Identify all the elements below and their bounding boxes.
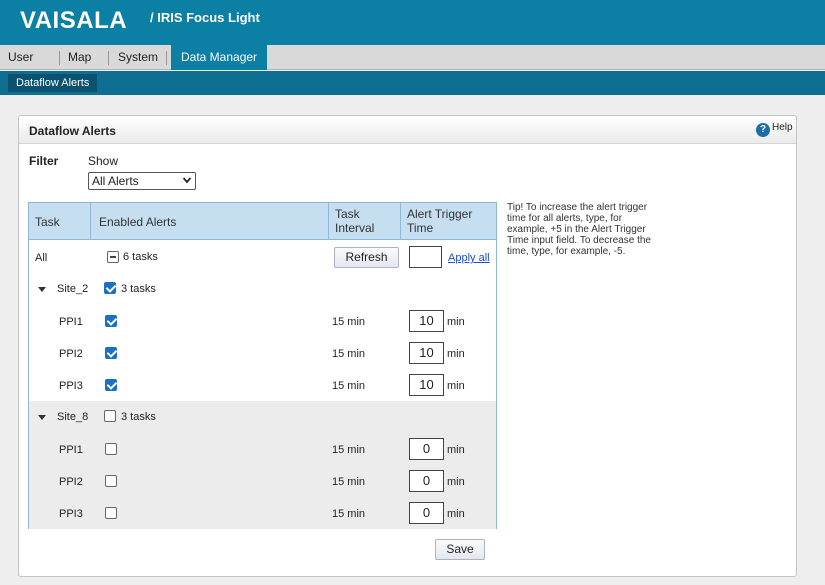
task-name: PPI2 <box>59 348 83 360</box>
show-filter-select[interactable]: All Alerts <box>88 172 196 190</box>
table-row: PPI3 15 min 10 min <box>29 369 496 401</box>
group-row-site-8: Site_8 3 tasks <box>29 401 496 433</box>
table-row: PPI3 15 min 0 min <box>29 497 496 529</box>
group-row-site-2: Site_2 3 tasks <box>29 273 496 305</box>
panel-title: Dataflow Alerts <box>29 124 116 138</box>
group-checkbox-site-8[interactable] <box>104 410 116 422</box>
table-row: PPI2 15 min 0 min <box>29 465 496 497</box>
trigger-time-input[interactable]: 0 <box>409 502 444 524</box>
trigger-time-input[interactable]: 10 <box>409 310 444 332</box>
chevron-down-icon <box>183 177 191 184</box>
vaisala-logo: VAISALA <box>20 7 128 34</box>
dataflow-alerts-panel: Dataflow Alerts ? Help Filter Show All A… <box>18 115 797 577</box>
all-label: All <box>35 252 48 264</box>
trigger-time-input[interactable]: 10 <box>409 374 444 396</box>
task-interval: 15 min <box>332 348 366 360</box>
column-header-task-interval: Task Interval <box>329 203 401 240</box>
task-interval: 15 min <box>332 508 366 520</box>
trigger-unit: min <box>447 476 465 488</box>
sub-item-dataflow-alerts[interactable]: Dataflow Alerts <box>8 74 98 92</box>
all-trigger-time-input[interactable] <box>409 246 442 268</box>
table-row: PPI2 15 min 10 min <box>29 337 496 369</box>
task-checkbox[interactable] <box>105 315 117 327</box>
group-name: Site_8 <box>57 411 89 423</box>
filter-label: Filter <box>29 154 59 168</box>
menu-item-user[interactable]: User <box>8 45 33 70</box>
panel-header: Dataflow Alerts ? Help <box>19 116 796 144</box>
group-task-count: 3 tasks <box>121 411 156 423</box>
task-name: PPI3 <box>59 380 83 392</box>
menu-item-system[interactable]: System <box>118 45 158 70</box>
show-filter-selected-value: All Alerts <box>92 174 139 188</box>
save-button[interactable]: Save <box>435 539 485 560</box>
menu-separator <box>166 51 167 65</box>
task-checkbox[interactable] <box>105 379 117 391</box>
trigger-unit: min <box>447 316 465 328</box>
task-checkbox[interactable] <box>105 507 117 519</box>
column-header-enabled-alerts: Enabled Alerts <box>91 203 329 240</box>
column-header-alert-trigger-time: Alert Trigger Time <box>407 207 473 235</box>
task-checkbox[interactable] <box>105 443 117 455</box>
refresh-button[interactable]: Refresh <box>334 247 399 268</box>
trigger-unit: min <box>447 444 465 456</box>
task-name: PPI1 <box>59 444 83 456</box>
column-header-task: Task <box>29 203 91 240</box>
apply-all-link[interactable]: Apply all <box>448 252 490 264</box>
menu-separator <box>59 51 60 65</box>
task-interval: 15 min <box>332 444 366 456</box>
task-name: PPI3 <box>59 508 83 520</box>
sub-menu: Dataflow Alerts <box>0 71 825 95</box>
show-label: Show <box>88 154 119 168</box>
group-task-count: 3 tasks <box>121 283 156 295</box>
menu-item-data-manager[interactable]: Data Manager <box>171 45 268 70</box>
all-tasks-count: 6 tasks <box>123 251 158 263</box>
table-row-all: All 6 tasks Refresh Apply all <box>29 241 496 273</box>
menu-item-map[interactable]: Map <box>68 45 91 70</box>
trigger-unit: min <box>447 508 465 520</box>
help-icon[interactable]: ? <box>756 123 770 137</box>
task-checkbox[interactable] <box>105 475 117 487</box>
task-interval: 15 min <box>332 316 366 328</box>
top-bar: VAISALA / IRIS Focus Light <box>0 0 825 45</box>
help-link[interactable]: Help <box>772 122 793 133</box>
all-tasks-checkbox[interactable] <box>107 251 119 263</box>
task-interval: 15 min <box>332 380 366 392</box>
task-interval: 15 min <box>332 476 366 488</box>
group-checkbox-site-2[interactable] <box>104 282 116 294</box>
task-checkbox[interactable] <box>105 347 117 359</box>
menu-separator <box>108 51 109 65</box>
group-name: Site_2 <box>57 283 89 295</box>
main-menu: User Map System Data Manager <box>0 45 825 70</box>
table-row: PPI1 15 min 10 min <box>29 305 496 337</box>
trigger-time-input[interactable]: 10 <box>409 342 444 364</box>
collapse-triangle-icon[interactable] <box>38 415 46 420</box>
tip-text: Tip! To increase the alert trigger time … <box>507 202 651 257</box>
product-name: / IRIS Focus Light <box>150 10 260 25</box>
trigger-unit: min <box>447 380 465 392</box>
table-row: PPI1 15 min 0 min <box>29 433 496 465</box>
table-header: Task Enabled Alerts Task Interval Alert … <box>29 203 496 240</box>
alerts-table: Task Enabled Alerts Task Interval Alert … <box>28 202 497 529</box>
trigger-time-input[interactable]: 0 <box>409 438 444 460</box>
task-name: PPI2 <box>59 476 83 488</box>
trigger-unit: min <box>447 348 465 360</box>
task-name: PPI1 <box>59 316 83 328</box>
collapse-triangle-icon[interactable] <box>38 287 46 292</box>
trigger-time-input[interactable]: 0 <box>409 470 444 492</box>
